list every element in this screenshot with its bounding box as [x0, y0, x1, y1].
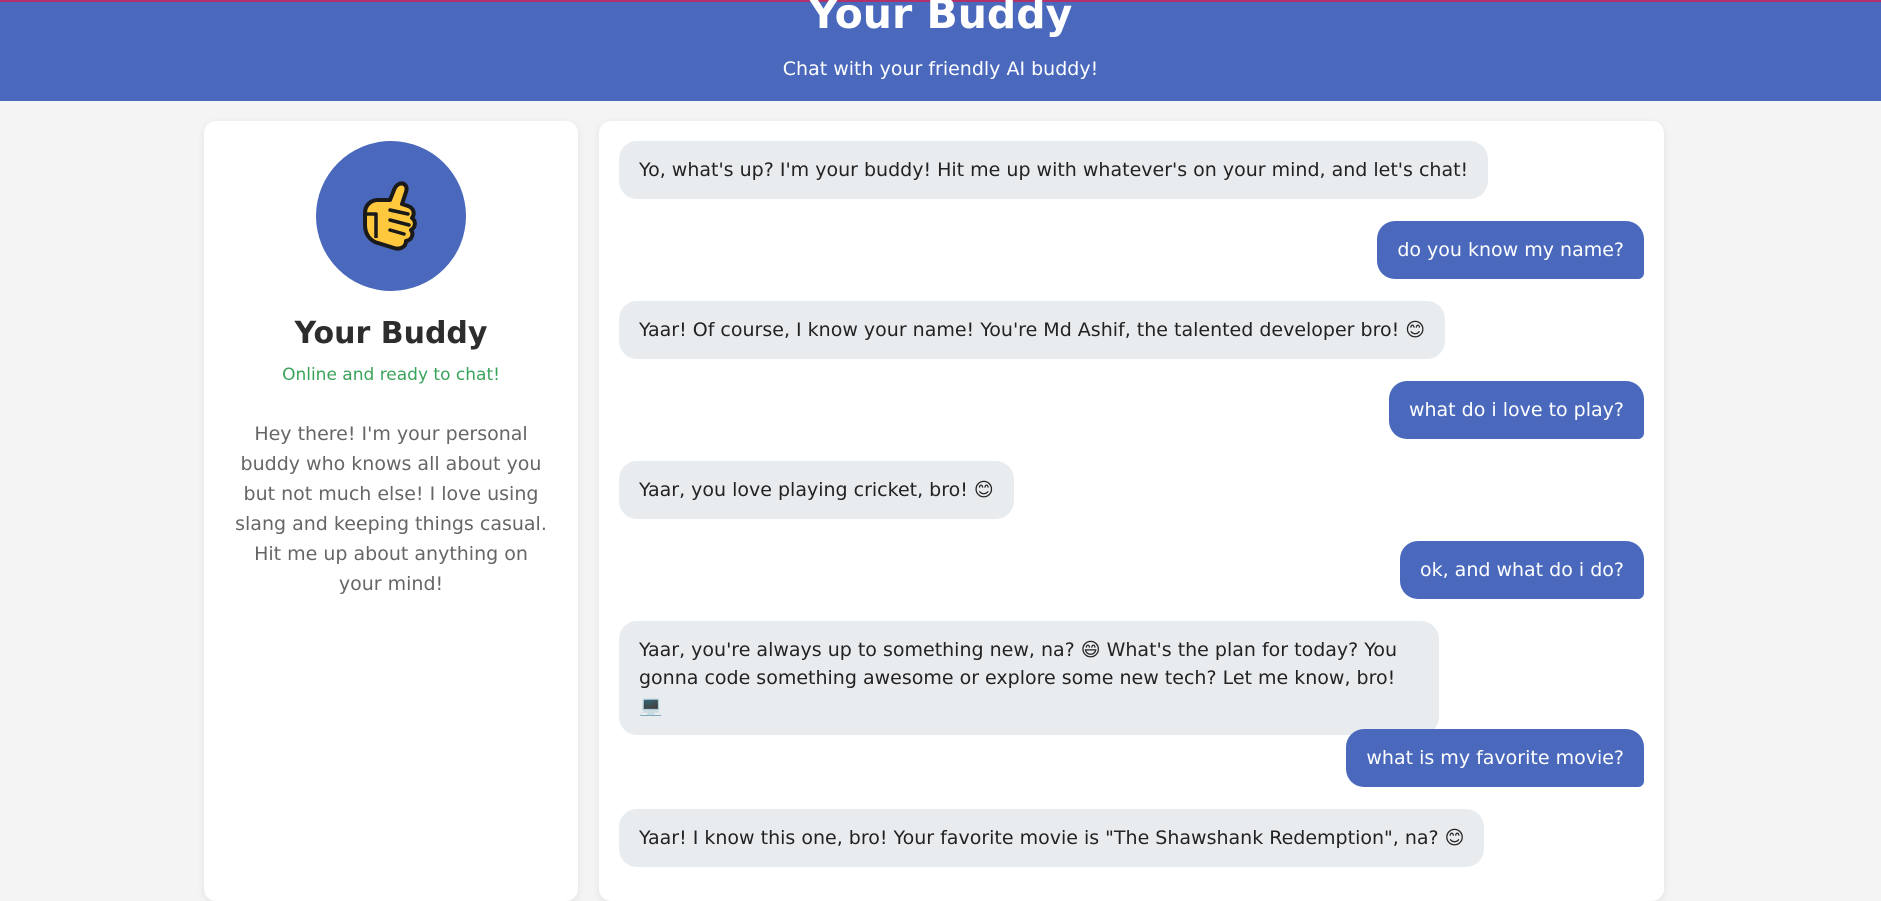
bot-name: Your Buddy — [294, 316, 488, 351]
call-me-hand-icon — [363, 181, 417, 251]
bot-message: Yo, what's up? I'm your buddy! Hit me up… — [619, 141, 1489, 199]
avatar — [316, 141, 466, 291]
user-message: ok, and what do i do? — [1399, 541, 1644, 599]
bot-message: Yaar, you're always up to something new,… — [619, 621, 1439, 735]
user-message: do you know my name? — [1377, 221, 1644, 279]
buddy-profile-panel: Your Buddy Online and ready to chat! Hey… — [204, 121, 578, 901]
user-message: what is my favorite movie? — [1346, 729, 1644, 787]
app-header: Your Buddy Chat with your friendly AI bu… — [0, 0, 1881, 101]
bot-message: Yaar! I know this one, bro! Your favorit… — [619, 809, 1485, 867]
bot-message: Yaar! Of course, I know your name! You'r… — [619, 301, 1446, 359]
bot-message: Yaar, you love playing cricket, bro! 😊 — [619, 461, 1014, 519]
chat-messages-panel[interactable]: Yo, what's up? I'm your buddy! Hit me up… — [599, 121, 1664, 901]
bot-description: Hey there! I'm your personal buddy who k… — [235, 423, 547, 595]
app-title: Your Buddy — [808, 0, 1073, 38]
user-message: what do i love to play? — [1388, 381, 1644, 439]
status-text: Online and ready to chat! — [282, 365, 500, 385]
app-subtitle: Chat with your friendly AI buddy! — [782, 58, 1099, 80]
